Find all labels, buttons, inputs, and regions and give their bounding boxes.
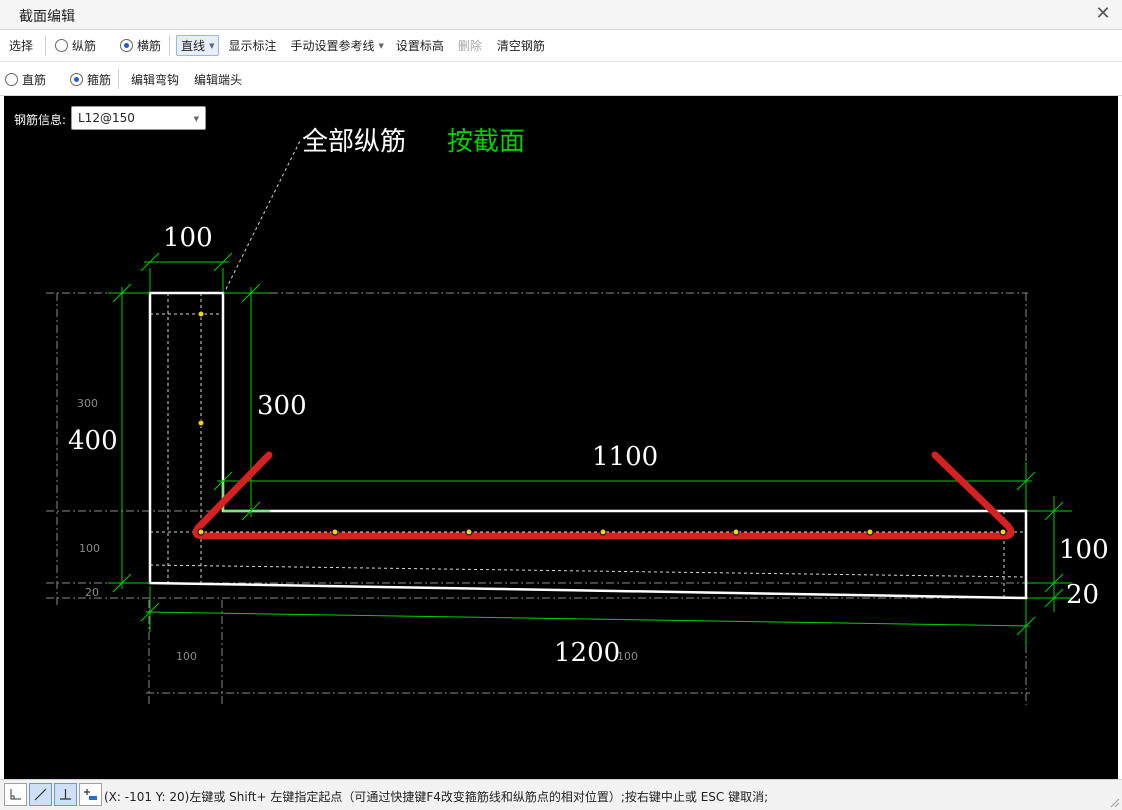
rebar-info-select[interactable]: L12@150 ▼ xyxy=(71,106,206,130)
dim-small-bottom-100: 100 xyxy=(176,650,197,663)
reference-lines xyxy=(46,292,1030,705)
rebar-point[interactable] xyxy=(331,528,339,536)
dim-small-bottom-right-100: 100 xyxy=(617,650,638,663)
rebar-point[interactable] xyxy=(866,528,874,536)
rebar-point[interactable] xyxy=(599,528,607,536)
annotation-mode-text[interactable]: 按截面 xyxy=(447,127,525,157)
guide-lines xyxy=(149,293,1027,597)
orthogonal-icon[interactable] xyxy=(4,783,27,806)
perpendicular-icon[interactable] xyxy=(54,783,77,806)
dim-total-length: 1200 xyxy=(554,638,620,668)
dim-left-height: 400 xyxy=(68,426,118,456)
dimension-lines xyxy=(108,252,1072,646)
line-icon[interactable] xyxy=(29,783,52,806)
dim-right-height: 100 xyxy=(1059,535,1109,565)
dim-right-bottom: 20 xyxy=(1066,580,1099,610)
status-message: (X: -101 Y: 20)左键或 Shift+ 左键指定起点（可通过快捷键F… xyxy=(104,790,769,804)
dim-top-width: 100 xyxy=(163,223,213,253)
dim-small-300: 300 xyxy=(77,397,98,410)
resize-grip-icon[interactable] xyxy=(1110,798,1120,808)
rebar-point[interactable] xyxy=(197,528,205,536)
section-outline xyxy=(148,291,1028,600)
dim-small-100: 100 xyxy=(79,542,100,555)
rebar-point[interactable] xyxy=(465,528,473,536)
annotation-main-text: 全部纵筋 xyxy=(302,127,406,157)
rebar-point[interactable] xyxy=(197,419,205,427)
rebar-points xyxy=(197,310,1007,536)
chevron-down-icon: ▼ xyxy=(193,115,199,123)
rebar-info-label: 钢筋信息: xyxy=(14,113,67,127)
rebar-info-value: L12@150 xyxy=(78,111,135,125)
rebar-point[interactable] xyxy=(197,310,205,318)
add-point-icon[interactable] xyxy=(79,783,102,806)
rebar-point[interactable] xyxy=(999,528,1007,536)
status-bar: (X: -101 Y: 20)左键或 Shift+ 左键指定起点（可通过快捷键F… xyxy=(0,779,1122,810)
dim-small-20: 20 xyxy=(85,586,99,599)
dim-inner-height: 300 xyxy=(257,391,307,421)
rebar-point[interactable] xyxy=(732,528,740,536)
dim-span: 1100 xyxy=(592,442,658,472)
annotation-leader-line xyxy=(225,140,301,290)
